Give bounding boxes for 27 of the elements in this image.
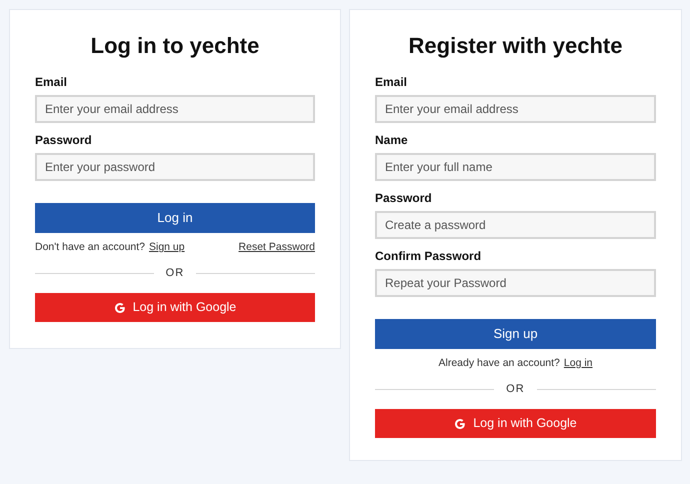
reset-password-link[interactable]: Reset Password <box>238 240 315 256</box>
field-label: Email <box>35 74 68 90</box>
input-field[interactable]: Enter your password <box>35 153 315 181</box>
google-login-button[interactable]: Log in with Google <box>375 409 656 438</box>
field-label: Confirm Password <box>375 248 482 264</box>
divider-text: OR <box>166 266 184 281</box>
input-field[interactable]: Create a password <box>375 211 656 239</box>
field-label: Password <box>35 132 93 148</box>
account-prompt: Already have an account? <box>438 356 560 371</box>
form-title: Log in to yechte <box>90 32 260 60</box>
google-icon <box>114 302 126 314</box>
input-field[interactable]: Enter your email address <box>375 95 656 123</box>
login-link[interactable]: Log in <box>564 356 593 372</box>
input-field[interactable]: Repeat your Password <box>375 269 656 297</box>
input-field[interactable]: Enter your full name <box>375 153 656 181</box>
submit-button[interactable]: Log in <box>35 203 315 233</box>
google-icon <box>454 418 466 430</box>
divider-text: OR <box>506 382 525 397</box>
signup-link[interactable]: Sign up <box>149 240 185 256</box>
field-label: Name <box>375 132 409 148</box>
form-title: Register with yechte <box>408 32 624 60</box>
google-login-button[interactable]: Log in with Google <box>35 293 315 322</box>
input-field[interactable]: Enter your email address <box>35 95 315 123</box>
field-label: Email <box>375 74 408 90</box>
submit-button[interactable]: Sign up <box>375 319 656 349</box>
account-prompt: Don't have an account? <box>35 240 145 255</box>
field-label: Password <box>375 190 433 206</box>
